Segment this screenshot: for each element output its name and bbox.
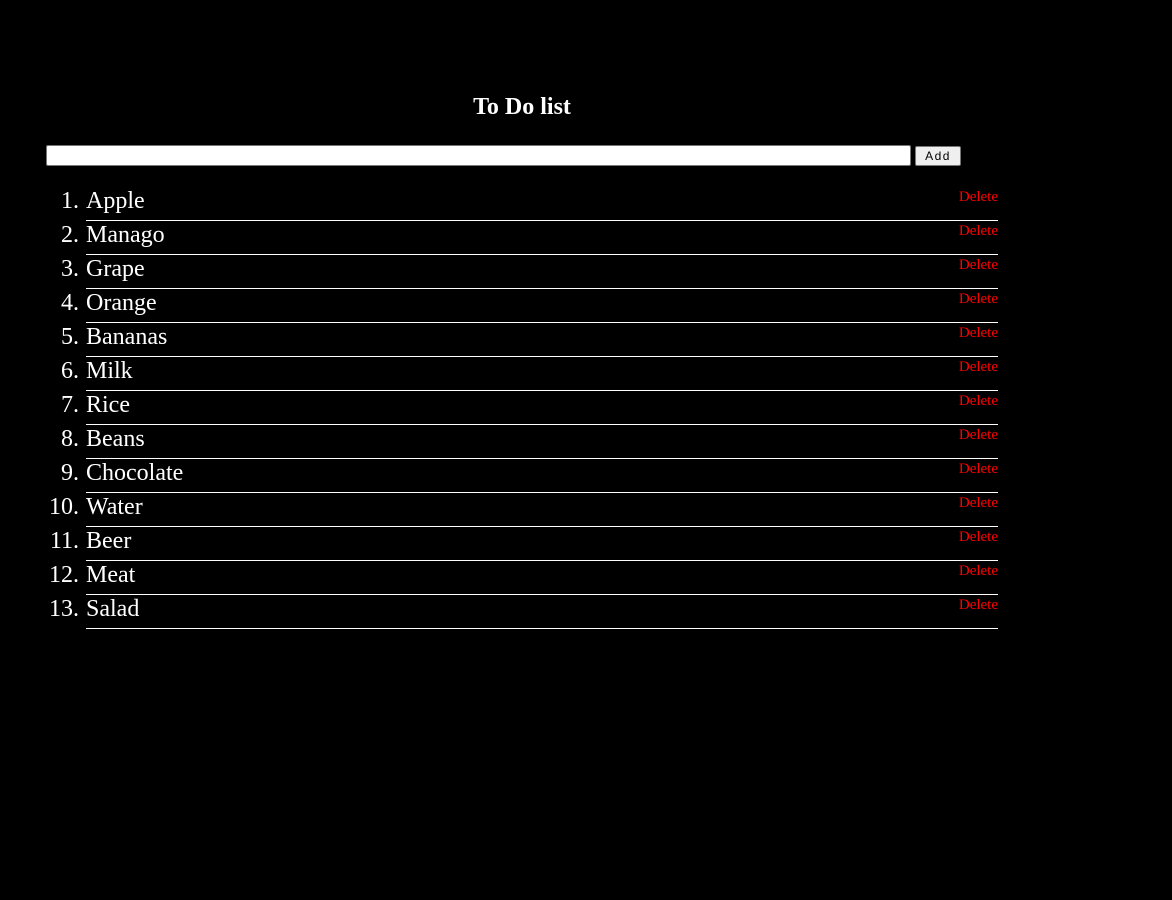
item-text: Manago bbox=[86, 222, 165, 248]
list-item: 1. Apple Delete bbox=[61, 187, 998, 221]
item-text: Apple bbox=[86, 188, 145, 214]
delete-link[interactable]: Delete bbox=[959, 324, 998, 342]
list-item: 8. Beans Delete bbox=[61, 425, 998, 459]
task-input[interactable] bbox=[46, 145, 911, 166]
item-text: Beans bbox=[86, 426, 145, 452]
item-number: 4. bbox=[61, 290, 79, 316]
item-number: 6. bbox=[61, 358, 79, 384]
item-number: 10. bbox=[49, 494, 79, 520]
list-item: 2. Manago Delete bbox=[61, 221, 998, 255]
list-item: 7. Rice Delete bbox=[61, 391, 998, 425]
list-item: 4. Orange Delete bbox=[61, 289, 998, 323]
list-item: 13. Salad Delete bbox=[49, 595, 998, 629]
delete-link[interactable]: Delete bbox=[959, 596, 998, 614]
item-number: 2. bbox=[61, 222, 79, 248]
delete-link[interactable]: Delete bbox=[959, 392, 998, 410]
delete-link[interactable]: Delete bbox=[959, 358, 998, 376]
item-number: 11. bbox=[49, 528, 79, 554]
item-number: 1. bbox=[61, 188, 79, 214]
delete-link[interactable]: Delete bbox=[959, 562, 998, 580]
list-item: 11. Beer Delete bbox=[50, 527, 998, 561]
delete-link[interactable]: Delete bbox=[959, 426, 998, 444]
item-number: 13. bbox=[49, 596, 79, 622]
todo-page: To Do list Add 1. Apple Delete 2. Manago… bbox=[0, 0, 1172, 900]
list-item: 9. Chocolate Delete bbox=[61, 459, 998, 493]
item-number: 3. bbox=[61, 256, 79, 282]
item-text: Orange bbox=[86, 290, 157, 316]
delete-link[interactable]: Delete bbox=[959, 256, 998, 274]
item-number: 9. bbox=[61, 460, 79, 486]
item-text: Bananas bbox=[86, 324, 168, 350]
item-number: 7. bbox=[61, 392, 79, 418]
item-text: Milk bbox=[86, 358, 133, 384]
delete-link[interactable]: Delete bbox=[959, 460, 998, 478]
add-button[interactable]: Add bbox=[915, 145, 961, 166]
item-text: Meat bbox=[86, 562, 136, 588]
delete-link[interactable]: Delete bbox=[959, 494, 998, 512]
item-text: Water bbox=[86, 494, 143, 520]
list-item: 6. Milk Delete bbox=[61, 357, 998, 391]
item-text: Rice bbox=[86, 392, 130, 418]
item-number: 5. bbox=[61, 324, 79, 350]
item-text: Grape bbox=[86, 256, 145, 282]
item-text: Chocolate bbox=[86, 460, 184, 486]
page-title: To Do list bbox=[473, 94, 571, 120]
item-number: 8. bbox=[61, 426, 79, 452]
item-text: Beer bbox=[86, 528, 132, 554]
list-item: 12. Meat Delete bbox=[49, 561, 998, 595]
list-item: 5. Bananas Delete bbox=[61, 323, 998, 357]
item-text: Salad bbox=[86, 596, 140, 622]
list-item: 10. Water Delete bbox=[49, 493, 998, 527]
delete-link[interactable]: Delete bbox=[959, 222, 998, 240]
add-task-form: Add bbox=[46, 145, 961, 166]
todo-list: 1. Apple Delete 2. Manago Delete 3. Grap… bbox=[49, 187, 998, 629]
list-item: 3. Grape Delete bbox=[61, 255, 998, 289]
delete-link[interactable]: Delete bbox=[959, 188, 998, 206]
delete-link[interactable]: Delete bbox=[959, 528, 998, 546]
item-number: 12. bbox=[49, 562, 79, 588]
delete-link[interactable]: Delete bbox=[959, 290, 998, 308]
